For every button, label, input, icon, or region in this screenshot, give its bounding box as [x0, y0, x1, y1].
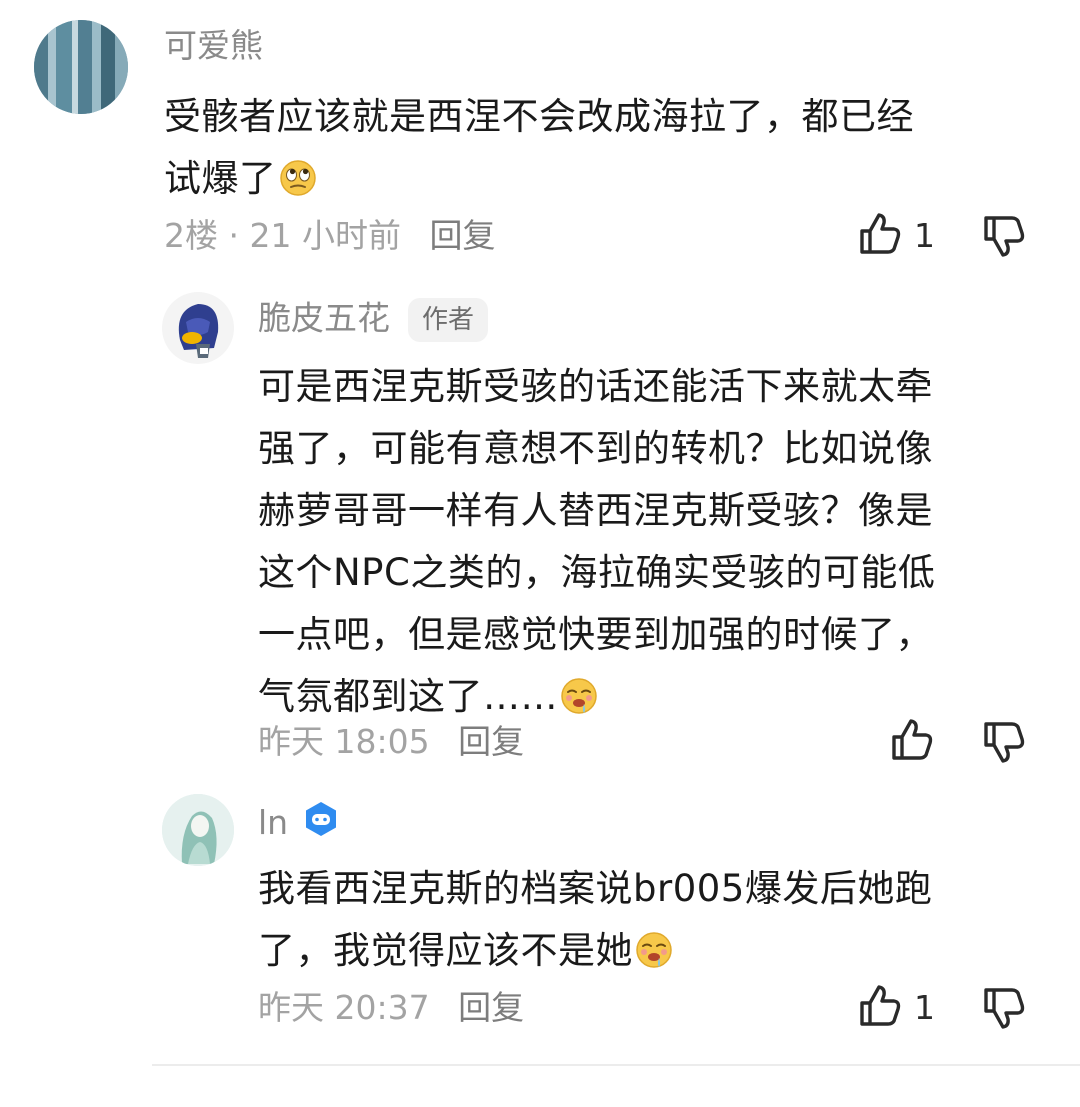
- comment-line: 这个NPC之类的，海拉确实受骇的可能低: [258, 551, 936, 594]
- like-button[interactable]: [856, 210, 906, 260]
- username: 脆皮五花 作者: [258, 298, 489, 342]
- username: ln: [258, 800, 340, 843]
- like-count: 1: [914, 216, 935, 255]
- username-text[interactable]: ln: [258, 803, 288, 842]
- comment-line: 试爆了: [164, 148, 914, 210]
- comment-line: 了，我觉得应该不是她: [258, 920, 932, 982]
- divider: [152, 1064, 1080, 1066]
- author-badge: 作者: [408, 298, 489, 342]
- comment-line: 可是西涅克斯受骇的话还能活下来就太牵: [258, 365, 933, 408]
- reply-button[interactable]: 回复: [458, 988, 524, 1027]
- meta-separator: ·: [228, 216, 240, 255]
- reply-button[interactable]: 回复: [458, 722, 524, 761]
- thumbs-up-icon: [860, 985, 901, 1026]
- comment-text: 我看西涅克斯的档案说br005爆发后她跑 了，我觉得应该不是她: [258, 858, 932, 982]
- thumbs-up-icon: [892, 719, 933, 760]
- thumbs-down-icon: [984, 722, 1025, 763]
- comment-text: 受骸者应该就是西涅不会改成海拉了，都已经 试爆了: [164, 86, 914, 210]
- dislike-button[interactable]: [980, 212, 1030, 262]
- thumbs-up-icon: [860, 213, 901, 254]
- game-controller-icon: [302, 800, 340, 838]
- comment-line: 一点吧，但是感觉快要到加强的时候了，: [258, 613, 933, 656]
- dislike-button[interactable]: [980, 984, 1030, 1034]
- comment-line: 气氛都到这了……: [258, 666, 935, 728]
- comment-meta: 2楼 · 21 小时前 回复: [164, 216, 495, 256]
- comment-text: 可是西涅克斯受骇的话还能活下来就太牵 强了，可能有意想不到的转机？比如说像 赫萝…: [258, 356, 935, 728]
- comment-line: 我看西涅克斯的档案说br005爆发后她跑: [258, 867, 933, 910]
- avatar[interactable]: [162, 292, 234, 364]
- comment-meta: 昨天 18:05 回复: [258, 722, 524, 762]
- like-button[interactable]: [888, 716, 938, 766]
- comment-line: 强了，可能有意想不到的转机？比如说像: [258, 427, 933, 470]
- drooling-emoji: [560, 672, 598, 714]
- comment-line: 赫萝哥哥一样有人替西涅克斯受骇？像是: [258, 489, 933, 532]
- dislike-button[interactable]: [980, 718, 1030, 768]
- timestamp: 昨天 18:05: [258, 722, 430, 761]
- username[interactable]: 可爱熊: [164, 26, 263, 66]
- like-count: 1: [914, 988, 935, 1027]
- thumbs-down-icon: [984, 216, 1025, 257]
- timestamp: 昨天 20:37: [258, 988, 430, 1027]
- username-text[interactable]: 脆皮五花: [258, 299, 390, 338]
- floor-label: 2楼: [164, 216, 218, 255]
- eye-roll-emoji: [279, 154, 317, 196]
- comment-line: 受骸者应该就是西涅不会改成海拉了，都已经: [164, 95, 914, 138]
- thumbs-down-icon: [984, 988, 1025, 1029]
- like-button[interactable]: [856, 982, 906, 1032]
- timestamp: 21 小时前: [249, 216, 401, 255]
- comment-meta: 昨天 20:37 回复: [258, 988, 524, 1028]
- drooling-emoji: [635, 926, 673, 968]
- avatar[interactable]: [34, 20, 128, 114]
- reply-button[interactable]: 回复: [429, 216, 495, 255]
- avatar[interactable]: [162, 794, 234, 866]
